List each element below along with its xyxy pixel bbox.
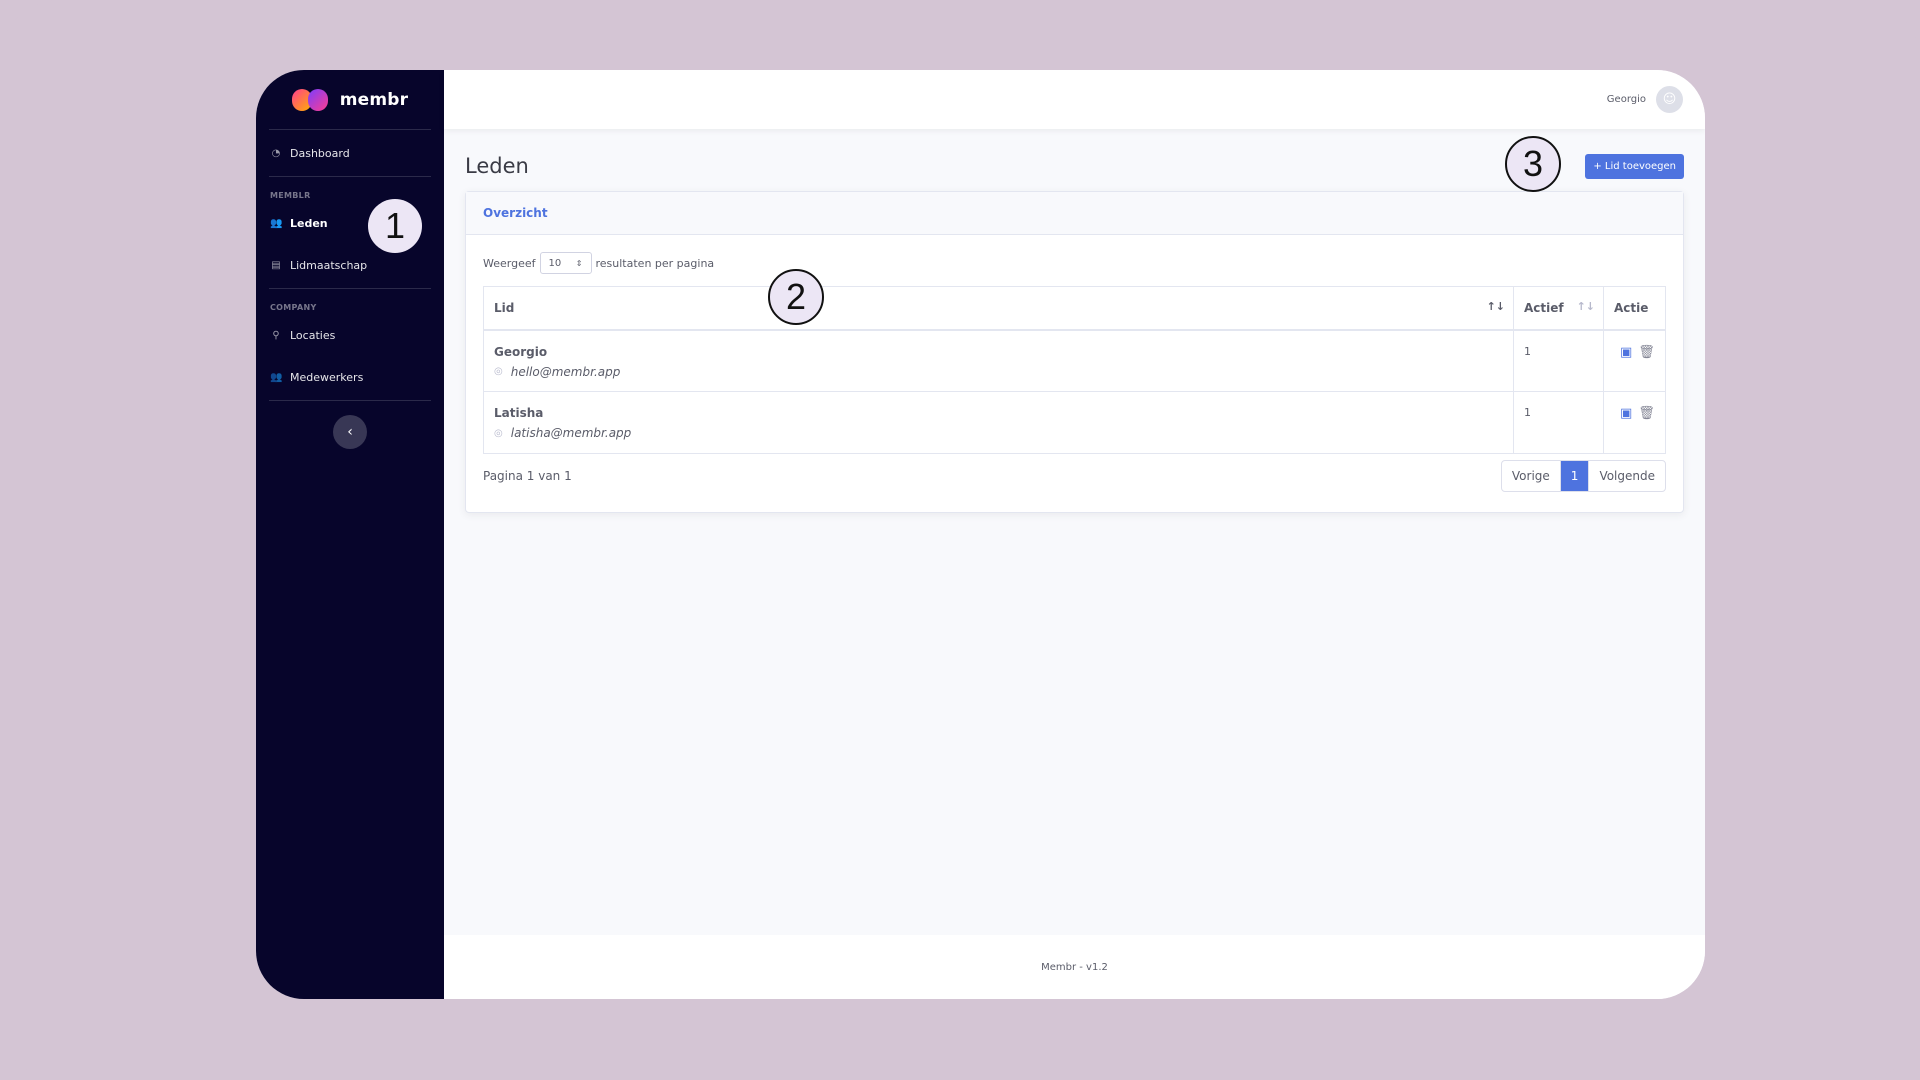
column-label: Actief bbox=[1524, 300, 1564, 315]
member-email-line: ◎ latisha@membr.app bbox=[494, 426, 1503, 440]
at-icon: ◎ bbox=[494, 427, 503, 439]
member-name[interactable]: Latisha bbox=[494, 406, 1503, 420]
column-header-active[interactable]: Actief ↑↓ bbox=[1513, 286, 1604, 331]
member-active: 1 bbox=[1513, 329, 1604, 392]
column-header-action: Actie bbox=[1603, 286, 1666, 331]
sidebar-item-label: Dashboard bbox=[290, 146, 350, 160]
page-header: Leden + Lid toevoegen bbox=[465, 149, 1684, 183]
page-length-value: 10 bbox=[548, 257, 562, 269]
callout-3: 3 bbox=[1505, 136, 1561, 192]
trash-icon[interactable]: 🗑 bbox=[1638, 406, 1655, 421]
card-header: Overzicht bbox=[466, 192, 1683, 235]
column-label: Lid bbox=[494, 300, 515, 315]
sidebar-collapse-button[interactable]: ‹ bbox=[333, 415, 367, 449]
trash-icon[interactable]: 🗑 bbox=[1638, 345, 1655, 360]
sidebar-heading-company: COMPANY bbox=[270, 303, 317, 312]
map-pin-icon: ⚲ bbox=[272, 329, 280, 341]
pagination-next-button[interactable]: Volgende bbox=[1588, 461, 1665, 491]
row-actions: ▣ 🗑 bbox=[1614, 406, 1655, 421]
edit-icon[interactable]: ▣ bbox=[1620, 345, 1632, 360]
sidebar-item-medewerkers[interactable]: 👥 Medewerkers bbox=[256, 354, 444, 400]
sort-icon: ↑↓ bbox=[1576, 300, 1595, 313]
card-body: Weergeef 10 ⇕ resultaten per pagina Lid bbox=[466, 235, 1683, 512]
avatar[interactable]: ☺ bbox=[1656, 86, 1683, 113]
member-name[interactable]: Georgio bbox=[494, 345, 1503, 359]
brand-name: membr bbox=[339, 89, 409, 110]
table-footer: Pagina 1 van 1 Vorige 1 Volgende bbox=[483, 460, 1666, 492]
member-email: hello@membr.app bbox=[510, 364, 621, 379]
dashboard-icon: ◔ bbox=[271, 147, 281, 159]
table-header-row: Lid ↑↓ Actief ↑↓ Actie bbox=[483, 286, 1666, 331]
length-suffix: resultaten per pagina bbox=[595, 256, 715, 270]
member-active: 1 bbox=[1513, 391, 1604, 454]
page-length-select[interactable]: 10 ⇕ bbox=[539, 252, 592, 274]
sidebar-item-dashboard[interactable]: ◔ Dashboard bbox=[256, 130, 444, 176]
brand[interactable]: membr bbox=[269, 70, 431, 130]
add-member-button[interactable]: + Lid toevoegen bbox=[1585, 153, 1684, 179]
brand-logo-icon bbox=[291, 88, 330, 111]
callout-2: 2 bbox=[768, 269, 824, 325]
pagination: Vorige 1 Volgende bbox=[1500, 460, 1666, 492]
sort-asc-icon: ↑↓ bbox=[1486, 300, 1505, 313]
select-arrows-icon: ⇕ bbox=[575, 258, 583, 268]
page-info: Pagina 1 van 1 bbox=[483, 469, 572, 483]
callout-1: 1 bbox=[368, 199, 422, 253]
sidebar-item-lidmaatschap[interactable]: ▤ Lidmaatschap bbox=[256, 242, 444, 288]
sidebar-item-label: Locaties bbox=[290, 328, 336, 342]
column-header-member[interactable]: Lid ↑↓ bbox=[483, 286, 1514, 331]
sidebar-item-label: Medewerkers bbox=[290, 370, 364, 384]
row-actions: ▣ 🗑 bbox=[1614, 345, 1655, 360]
app-window: membr ◔ Dashboard MEMBLR 👥 Leden ▤ Lidma… bbox=[256, 70, 1705, 999]
at-icon: ◎ bbox=[494, 366, 503, 377]
sidebar-item-label: Lidmaatschap bbox=[290, 258, 368, 272]
footer: Membr - v1.2 bbox=[444, 935, 1705, 999]
member-email: latisha@membr.app bbox=[510, 426, 632, 440]
main-area: Georgio ☺ Leden + Lid toevoegen Overzich… bbox=[444, 70, 1705, 999]
pagination-page-1[interactable]: 1 bbox=[1560, 461, 1589, 491]
pagination-prev-button[interactable]: Vorige bbox=[1502, 461, 1561, 491]
edit-icon[interactable]: ▣ bbox=[1620, 406, 1632, 421]
members-table: Lid ↑↓ Actief ↑↓ Actie Georgio ◎ hello@m… bbox=[483, 286, 1666, 454]
table-row[interactable]: Latisha ◎ latisha@membr.app 1 ▣ 🗑 bbox=[483, 391, 1666, 454]
user-name[interactable]: Georgio bbox=[1607, 94, 1646, 105]
sidebar-item-label: Leden bbox=[290, 216, 328, 230]
content: Leden + Lid toevoegen Overzicht Weergeef… bbox=[444, 129, 1705, 935]
id-card-icon: ▤ bbox=[271, 259, 281, 271]
page-title: Leden bbox=[465, 154, 529, 178]
column-label: Actie bbox=[1614, 300, 1649, 315]
page-length-row: Weergeef 10 ⇕ resultaten per pagina bbox=[483, 252, 1666, 274]
sidebar-heading-membr: MEMBLR bbox=[270, 191, 311, 200]
topbar: Georgio ☺ bbox=[444, 70, 1705, 129]
users-icon: 👥 bbox=[270, 217, 283, 229]
team-icon: 👥 bbox=[270, 371, 283, 383]
sidebar-item-locaties[interactable]: ⚲ Locaties bbox=[256, 316, 444, 354]
length-prefix: Weergeef bbox=[483, 256, 536, 270]
overview-card: Overzicht Weergeef 10 ⇕ resultaten per p… bbox=[465, 191, 1684, 513]
member-email-line: ◎ hello@membr.app bbox=[494, 365, 1503, 379]
user-avatar-icon: ☺ bbox=[1662, 92, 1677, 107]
table-row[interactable]: Georgio ◎ hello@membr.app 1 ▣ 🗑 bbox=[483, 329, 1666, 392]
sidebar-divider bbox=[269, 400, 431, 401]
